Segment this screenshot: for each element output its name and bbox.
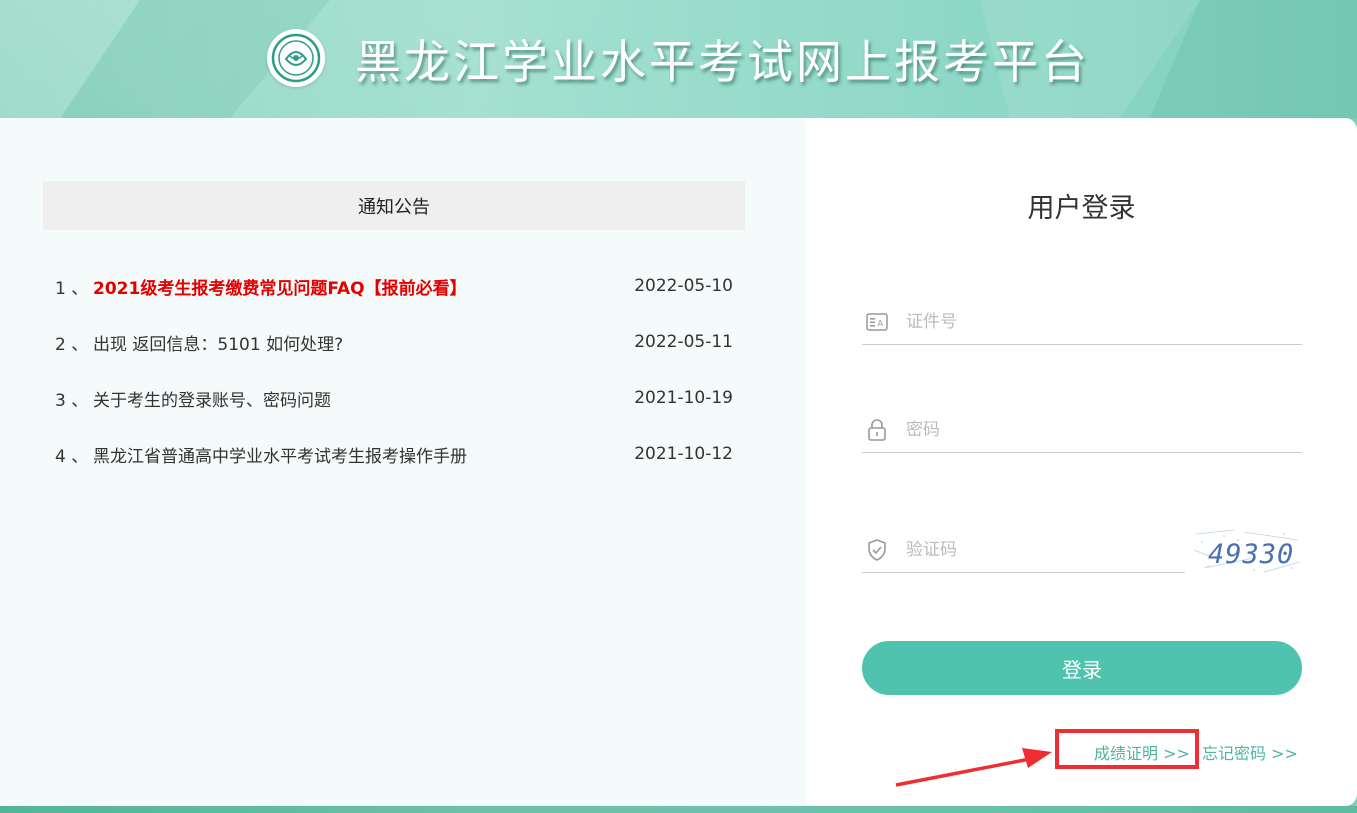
- captcha-field: [862, 528, 1185, 573]
- captcha-image[interactable]: 49330: [1194, 528, 1302, 574]
- login-panel: 用户登录 A 证件号 验证码 49330 登录 成绩证明 >> 忘记密码 >>: [806, 118, 1357, 806]
- id-number-input[interactable]: [904, 301, 1302, 343]
- password-field: [862, 408, 1302, 453]
- captcha-input[interactable]: [904, 529, 1185, 571]
- notice-date: 2022-05-10: [634, 276, 733, 296]
- exam-emblem-icon: [267, 29, 325, 87]
- notice-index: 3 、: [55, 390, 89, 411]
- notice-item[interactable]: 1 、 2021级考生报考缴费常见问题FAQ【报前必看】 2022-05-10: [43, 258, 745, 314]
- score-certificate-link[interactable]: 成绩证明 >>: [1094, 740, 1190, 764]
- notice-title-link[interactable]: 关于考生的登录账号、密码问题: [93, 386, 623, 411]
- notice-index: 4 、: [55, 446, 89, 467]
- notice-panel: 通知公告 1 、 2021级考生报考缴费常见问题FAQ【报前必看】 2022-0…: [0, 118, 806, 806]
- notice-title-link[interactable]: 2021级考生报考缴费常见问题FAQ【报前必看】: [93, 274, 623, 299]
- notice-item[interactable]: 2 、 出现 返回信息：5101 如何处理? 2022-05-11: [43, 314, 745, 370]
- notice-title-link[interactable]: 出现 返回信息：5101 如何处理?: [93, 330, 623, 355]
- notice-index: 2 、: [55, 334, 89, 355]
- captcha-text: 49330: [1208, 539, 1294, 570]
- site-header: 黑龙江学业水平考试网上报考平台: [0, 0, 1357, 118]
- notice-date: 2021-10-12: [634, 444, 733, 464]
- shield-check-icon: [864, 537, 890, 563]
- site-title: 黑龙江学业水平考试网上报考平台: [355, 35, 1090, 89]
- id-number-field: A: [862, 300, 1302, 345]
- notice-index: 1 、: [55, 278, 89, 299]
- main-panel: 通知公告 1 、 2021级考生报考缴费常见问题FAQ【报前必看】 2022-0…: [0, 118, 1357, 806]
- lock-icon: [864, 417, 890, 443]
- login-button[interactable]: 登录: [862, 641, 1302, 695]
- notice-heading: 通知公告: [43, 181, 745, 230]
- notice-date: 2021-10-19: [634, 388, 733, 408]
- notice-list: 1 、 2021级考生报考缴费常见问题FAQ【报前必看】 2022-05-10 …: [43, 258, 745, 482]
- forgot-password-link[interactable]: 忘记密码 >>: [1202, 740, 1298, 764]
- id-card-icon: A: [864, 309, 890, 335]
- svg-text:A: A: [878, 319, 884, 328]
- login-title: 用户登录: [1027, 193, 1136, 224]
- notice-item[interactable]: 4 、 黑龙江省普通高中学业水平考试考生报考操作手册 2021-10-12: [43, 426, 745, 482]
- password-input[interactable]: [904, 409, 1302, 451]
- notice-item[interactable]: 3 、 关于考生的登录账号、密码问题 2021-10-19: [43, 370, 745, 426]
- notice-title-link[interactable]: 黑龙江省普通高中学业水平考试考生报考操作手册: [93, 442, 623, 467]
- notice-date: 2022-05-11: [634, 332, 733, 352]
